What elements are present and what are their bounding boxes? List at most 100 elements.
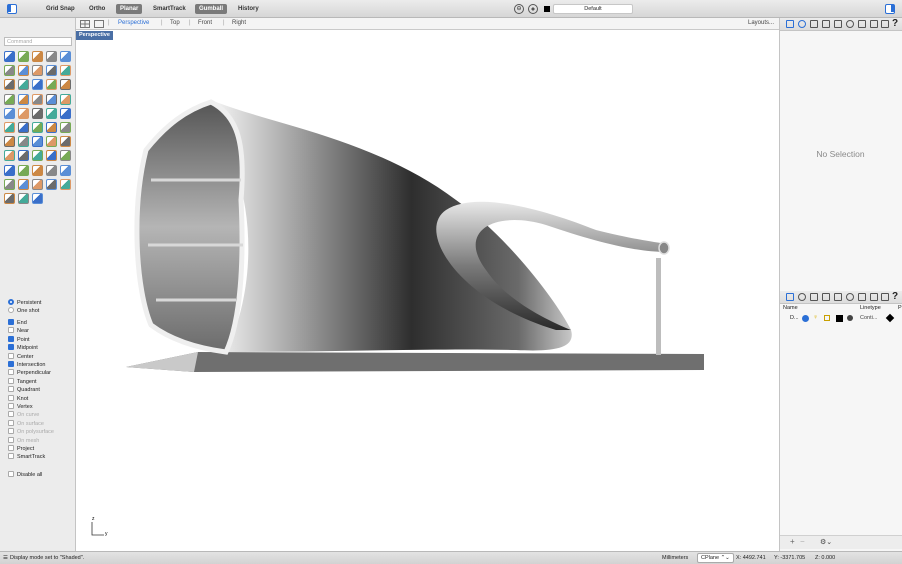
light-icon[interactable] — [846, 20, 854, 28]
layers-col-p[interactable]: P — [898, 305, 902, 311]
circle-tool-icon[interactable] — [18, 193, 29, 204]
boolean-tool-icon[interactable] — [32, 79, 43, 91]
osnap-smarttrack[interactable]: SmartTrack — [8, 453, 45, 461]
sidebar-toggle-right-icon[interactable] — [885, 4, 895, 14]
point-tool-icon[interactable] — [32, 178, 43, 190]
layer-options-gear-icon[interactable]: ⚙⌄ — [820, 538, 832, 546]
point-tool-icon[interactable] — [4, 51, 15, 62]
layers-col-linetype[interactable]: Linetype — [860, 305, 881, 311]
current-layer-icon[interactable] — [802, 315, 809, 322]
fillet-tool-icon[interactable] — [46, 79, 57, 91]
grid-snap-toggle[interactable]: Grid Snap — [42, 4, 79, 14]
tab-right[interactable]: Right — [232, 20, 246, 26]
layer-row[interactable]: D... ♀ Conti... — [780, 313, 902, 324]
sidebar-toggle-left-icon[interactable] — [7, 4, 17, 14]
layers-col-name[interactable]: Name — [783, 305, 798, 311]
polygon-tool-icon[interactable] — [18, 65, 29, 77]
view-tool-icon[interactable] — [18, 136, 29, 148]
lock-tool-icon[interactable] — [18, 150, 29, 162]
layouts-button[interactable]: Layouts... — [748, 20, 774, 26]
mesh-tool-icon[interactable] — [18, 122, 29, 133]
filter-icon[interactable]: ⊖ — [514, 4, 524, 14]
osnap-perpendicular[interactable]: Perpendicular — [8, 369, 51, 377]
help-icon[interactable]: ? — [892, 291, 898, 302]
osnap-intersection[interactable]: Intersection — [8, 361, 45, 369]
polyline-tool-icon[interactable] — [60, 178, 71, 190]
cplane-selector[interactable]: CPlane ⌃⌄ — [697, 553, 734, 563]
split-tool-icon[interactable] — [4, 93, 15, 105]
osnap-point[interactable]: Point — [8, 335, 30, 344]
monitor-icon[interactable] — [881, 293, 889, 301]
layer-row-linetype[interactable]: Conti... — [860, 315, 877, 321]
layers-icon[interactable] — [786, 20, 794, 28]
add-layer-icon[interactable]: + — [790, 537, 795, 546]
analyze-tool-icon[interactable] — [60, 107, 71, 119]
trim-tool-icon[interactable] — [60, 79, 71, 91]
document-icon[interactable] — [810, 20, 818, 28]
named-view-icon[interactable] — [858, 293, 866, 301]
tab-top[interactable]: Top — [170, 20, 180, 26]
command-history-icon[interactable]: ☰ — [3, 552, 8, 564]
osnap-disable-all[interactable]: Disable all — [8, 471, 42, 479]
loft-tool-icon[interactable] — [4, 79, 15, 91]
osnap-tangent[interactable]: Tangent — [8, 377, 37, 386]
surface-tool-icon[interactable] — [32, 65, 43, 77]
curve-tool-icon[interactable] — [18, 51, 29, 62]
circle-tool-icon[interactable] — [60, 51, 71, 62]
camera-icon[interactable] — [834, 293, 842, 301]
osnap-mode-persistent[interactable]: Persistent — [8, 299, 41, 307]
osnap-end[interactable]: End — [8, 319, 27, 327]
named-view-icon[interactable] — [858, 20, 866, 28]
pan-tool-icon[interactable] — [46, 136, 57, 148]
explode-tool-icon[interactable] — [46, 150, 57, 162]
object-properties-icon[interactable] — [798, 293, 806, 301]
layer-color-swatch[interactable] — [836, 315, 843, 322]
lock-icon[interactable] — [824, 315, 830, 321]
osnap-mode-one-shot[interactable]: One shot — [8, 307, 39, 315]
camera-icon[interactable] — [834, 20, 842, 28]
sweep-tool-icon[interactable] — [18, 79, 29, 91]
array-tool-icon[interactable] — [18, 107, 29, 119]
curve-tool-icon[interactable] — [46, 178, 57, 190]
display-icon[interactable] — [870, 293, 878, 301]
scale-tool-icon[interactable] — [60, 93, 71, 105]
single-view-icon[interactable] — [94, 20, 104, 28]
materials-icon[interactable] — [822, 293, 830, 301]
hide-tool-icon[interactable] — [4, 150, 15, 162]
dimension-tool-icon[interactable] — [32, 107, 43, 119]
monitor-icon[interactable] — [881, 20, 889, 28]
render-tool-icon[interactable] — [4, 122, 15, 133]
perspective-viewport[interactable]: z y — [76, 30, 779, 551]
lightbulb-icon[interactable]: ♀ — [813, 314, 818, 321]
help-icon[interactable]: ? — [892, 18, 898, 29]
snap-tool-icon[interactable] — [4, 136, 15, 148]
osnap-knot[interactable]: Knot — [8, 394, 28, 403]
osnap-project[interactable]: Project — [8, 445, 34, 453]
copy-tool-icon[interactable] — [32, 93, 43, 105]
rotate-tool-icon[interactable] — [46, 93, 57, 105]
project-tool-icon[interactable] — [4, 164, 15, 176]
print-color-icon[interactable] — [885, 313, 895, 323]
current-layer-field[interactable]: Default — [553, 4, 633, 14]
rectangle-tool-icon[interactable] — [32, 193, 43, 204]
offset-tool-icon[interactable] — [60, 150, 71, 162]
mirror-tool-icon[interactable] — [4, 107, 15, 119]
text-tool-icon[interactable] — [46, 107, 57, 119]
unroll-tool-icon[interactable] — [18, 178, 29, 190]
osnap-target-icon[interactable] — [528, 4, 538, 14]
tab-perspective[interactable]: Perspective — [118, 20, 149, 26]
select-tool-icon[interactable] — [60, 136, 71, 148]
viewport-title[interactable]: Perspective — [76, 31, 113, 40]
contour-tool-icon[interactable] — [32, 164, 43, 176]
display-icon[interactable] — [870, 20, 878, 28]
planar-toggle[interactable]: Planar — [116, 4, 143, 14]
light-icon[interactable] — [846, 293, 854, 301]
layers-icon[interactable] — [786, 293, 794, 301]
polyline-tool-icon[interactable] — [32, 51, 43, 62]
rectangle-tool-icon[interactable] — [4, 65, 15, 77]
transform-tool-icon[interactable] — [46, 164, 57, 176]
section-tool-icon[interactable] — [18, 164, 29, 176]
extrude-tool-icon[interactable] — [46, 65, 57, 77]
arc-tool-icon[interactable] — [46, 51, 57, 62]
history-toggle[interactable]: History — [234, 4, 263, 14]
